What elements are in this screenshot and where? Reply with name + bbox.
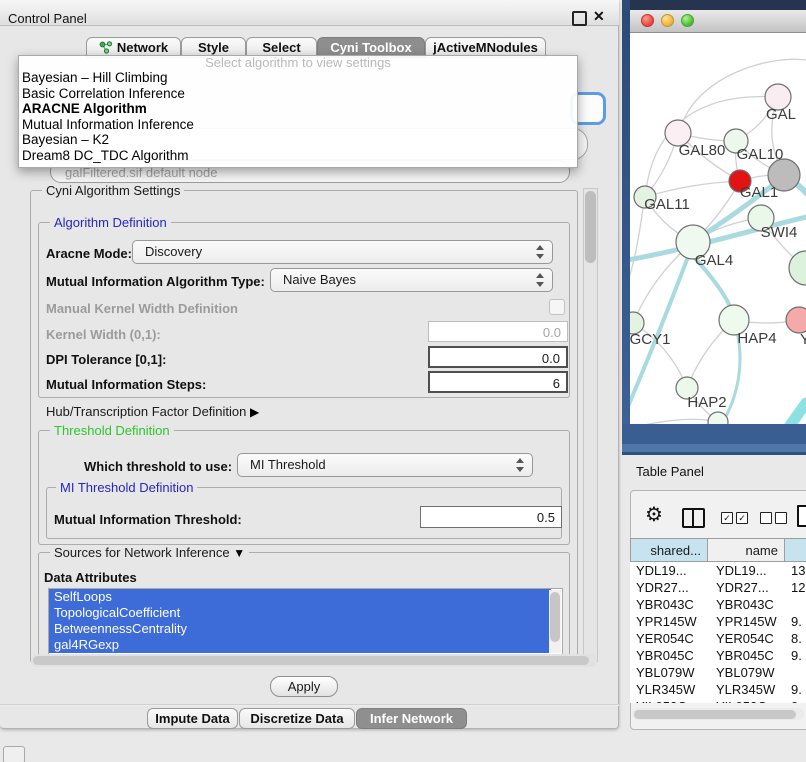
table-cell[interactable]: 12 — [785, 579, 806, 596]
column-header-name[interactable]: name — [708, 538, 785, 562]
algorithm-option-bayesian-k2[interactable]: Bayesian – K2 — [19, 132, 577, 148]
table-cell[interactable]: YBR045C — [708, 647, 785, 664]
table-panel-title: Table Panel — [636, 464, 704, 479]
table-cell[interactable] — [785, 596, 806, 613]
deselect-checkbox-icon[interactable] — [760, 512, 772, 524]
table-cell[interactable]: YBL079W — [708, 664, 785, 681]
table-row[interactable]: YBL079WYBL079W — [630, 664, 806, 681]
table-body: YDL19...YDL19...13YDR27...YDR27...12YBR0… — [630, 562, 806, 703]
algorithm-option-aracne-algorithm[interactable]: ARACNE Algorithm — [19, 101, 577, 117]
column-layout-icon[interactable] — [682, 508, 705, 528]
table-cell[interactable]: 9. — [785, 613, 806, 630]
select-all-checkbox-icon-2[interactable]: ✓ — [736, 512, 748, 524]
table-cell[interactable]: YPR145W — [630, 613, 708, 630]
table-cell[interactable]: 8. — [785, 630, 806, 647]
table-cell[interactable]: YBR045C — [630, 647, 708, 664]
table-cell[interactable]: YLR345W — [708, 681, 785, 698]
gear-icon[interactable]: ⚙ — [645, 503, 663, 527]
table-cell[interactable]: YBR043C — [708, 596, 785, 613]
table-cell[interactable]: YDL19... — [708, 562, 785, 579]
table-cell[interactable]: YER054C — [630, 630, 708, 647]
table-cell[interactable]: YDR27... — [630, 579, 708, 596]
table-cell[interactable]: 0. — [785, 698, 806, 703]
table-cell[interactable]: YPR145W — [708, 613, 785, 630]
dropdown-items: Bayesian – Hill ClimbingBasic Correlatio… — [19, 70, 577, 164]
table-cell[interactable]: 9. — [785, 647, 806, 664]
algorithm-option-bayesian-hill-climbing[interactable]: Bayesian – Hill Climbing — [19, 70, 577, 86]
column-header-col2[interactable] — [785, 538, 806, 562]
table-cell[interactable]: YLR345W — [630, 681, 708, 698]
table-header: shared...name — [630, 538, 806, 562]
table-cell[interactable]: YBR043C — [630, 596, 708, 613]
table-cell[interactable]: YBL079W — [630, 664, 708, 681]
table-row[interactable]: YPR145WYPR145W9. — [630, 613, 806, 630]
table-cell[interactable]: YIL052C — [630, 698, 708, 703]
table-cell[interactable]: 13 — [785, 562, 806, 579]
table-cell[interactable] — [785, 664, 806, 681]
table-row[interactable]: YDR27...YDR27...12 — [630, 579, 806, 596]
algorithm-option-basic-correlation-inference[interactable]: Basic Correlation Inference — [19, 86, 577, 102]
table-horizontal-scrollbar-thumb[interactable] — [634, 710, 796, 719]
table-row[interactable]: YBR045CYBR045C9. — [630, 647, 806, 664]
table-cell[interactable]: YIL052C — [708, 698, 785, 703]
table-cell[interactable]: YDL19... — [630, 562, 708, 579]
screen: Control Panel ✕ NetworkStyleSelectCyni T… — [0, 0, 806, 762]
document-icon[interactable] — [797, 505, 806, 527]
algorithm-option-dream8-dc-tdc-algorithm[interactable]: Dream8 DC_TDC Algorithm — [19, 148, 577, 164]
table-cell[interactable]: 9. — [785, 681, 806, 698]
table-cell[interactable]: YER054C — [708, 630, 785, 647]
deselect-checkbox-icon-2[interactable] — [775, 512, 787, 524]
table-cell[interactable]: YDR27... — [708, 579, 785, 596]
table-row[interactable]: YER054CYER054C8. — [630, 630, 806, 647]
select-all-checkbox-icon[interactable]: ✓ — [721, 512, 733, 524]
algorithm-option-mutual-information-inference[interactable]: Mutual Information Inference — [19, 117, 577, 133]
table-row[interactable]: YDL19...YDL19...13 — [630, 562, 806, 579]
algorithm-dropdown-list: Select algorithm to view settings Bayesi… — [18, 55, 578, 168]
table-row[interactable]: YBR043CYBR043C — [630, 596, 806, 613]
column-header-shared[interactable]: shared... — [630, 538, 708, 562]
dropdown-placeholder: Select algorithm to view settings — [19, 56, 577, 70]
table-row[interactable]: YIL052CYIL052C0. — [630, 698, 806, 703]
table-row[interactable]: YLR345WYLR345W9. — [630, 681, 806, 698]
